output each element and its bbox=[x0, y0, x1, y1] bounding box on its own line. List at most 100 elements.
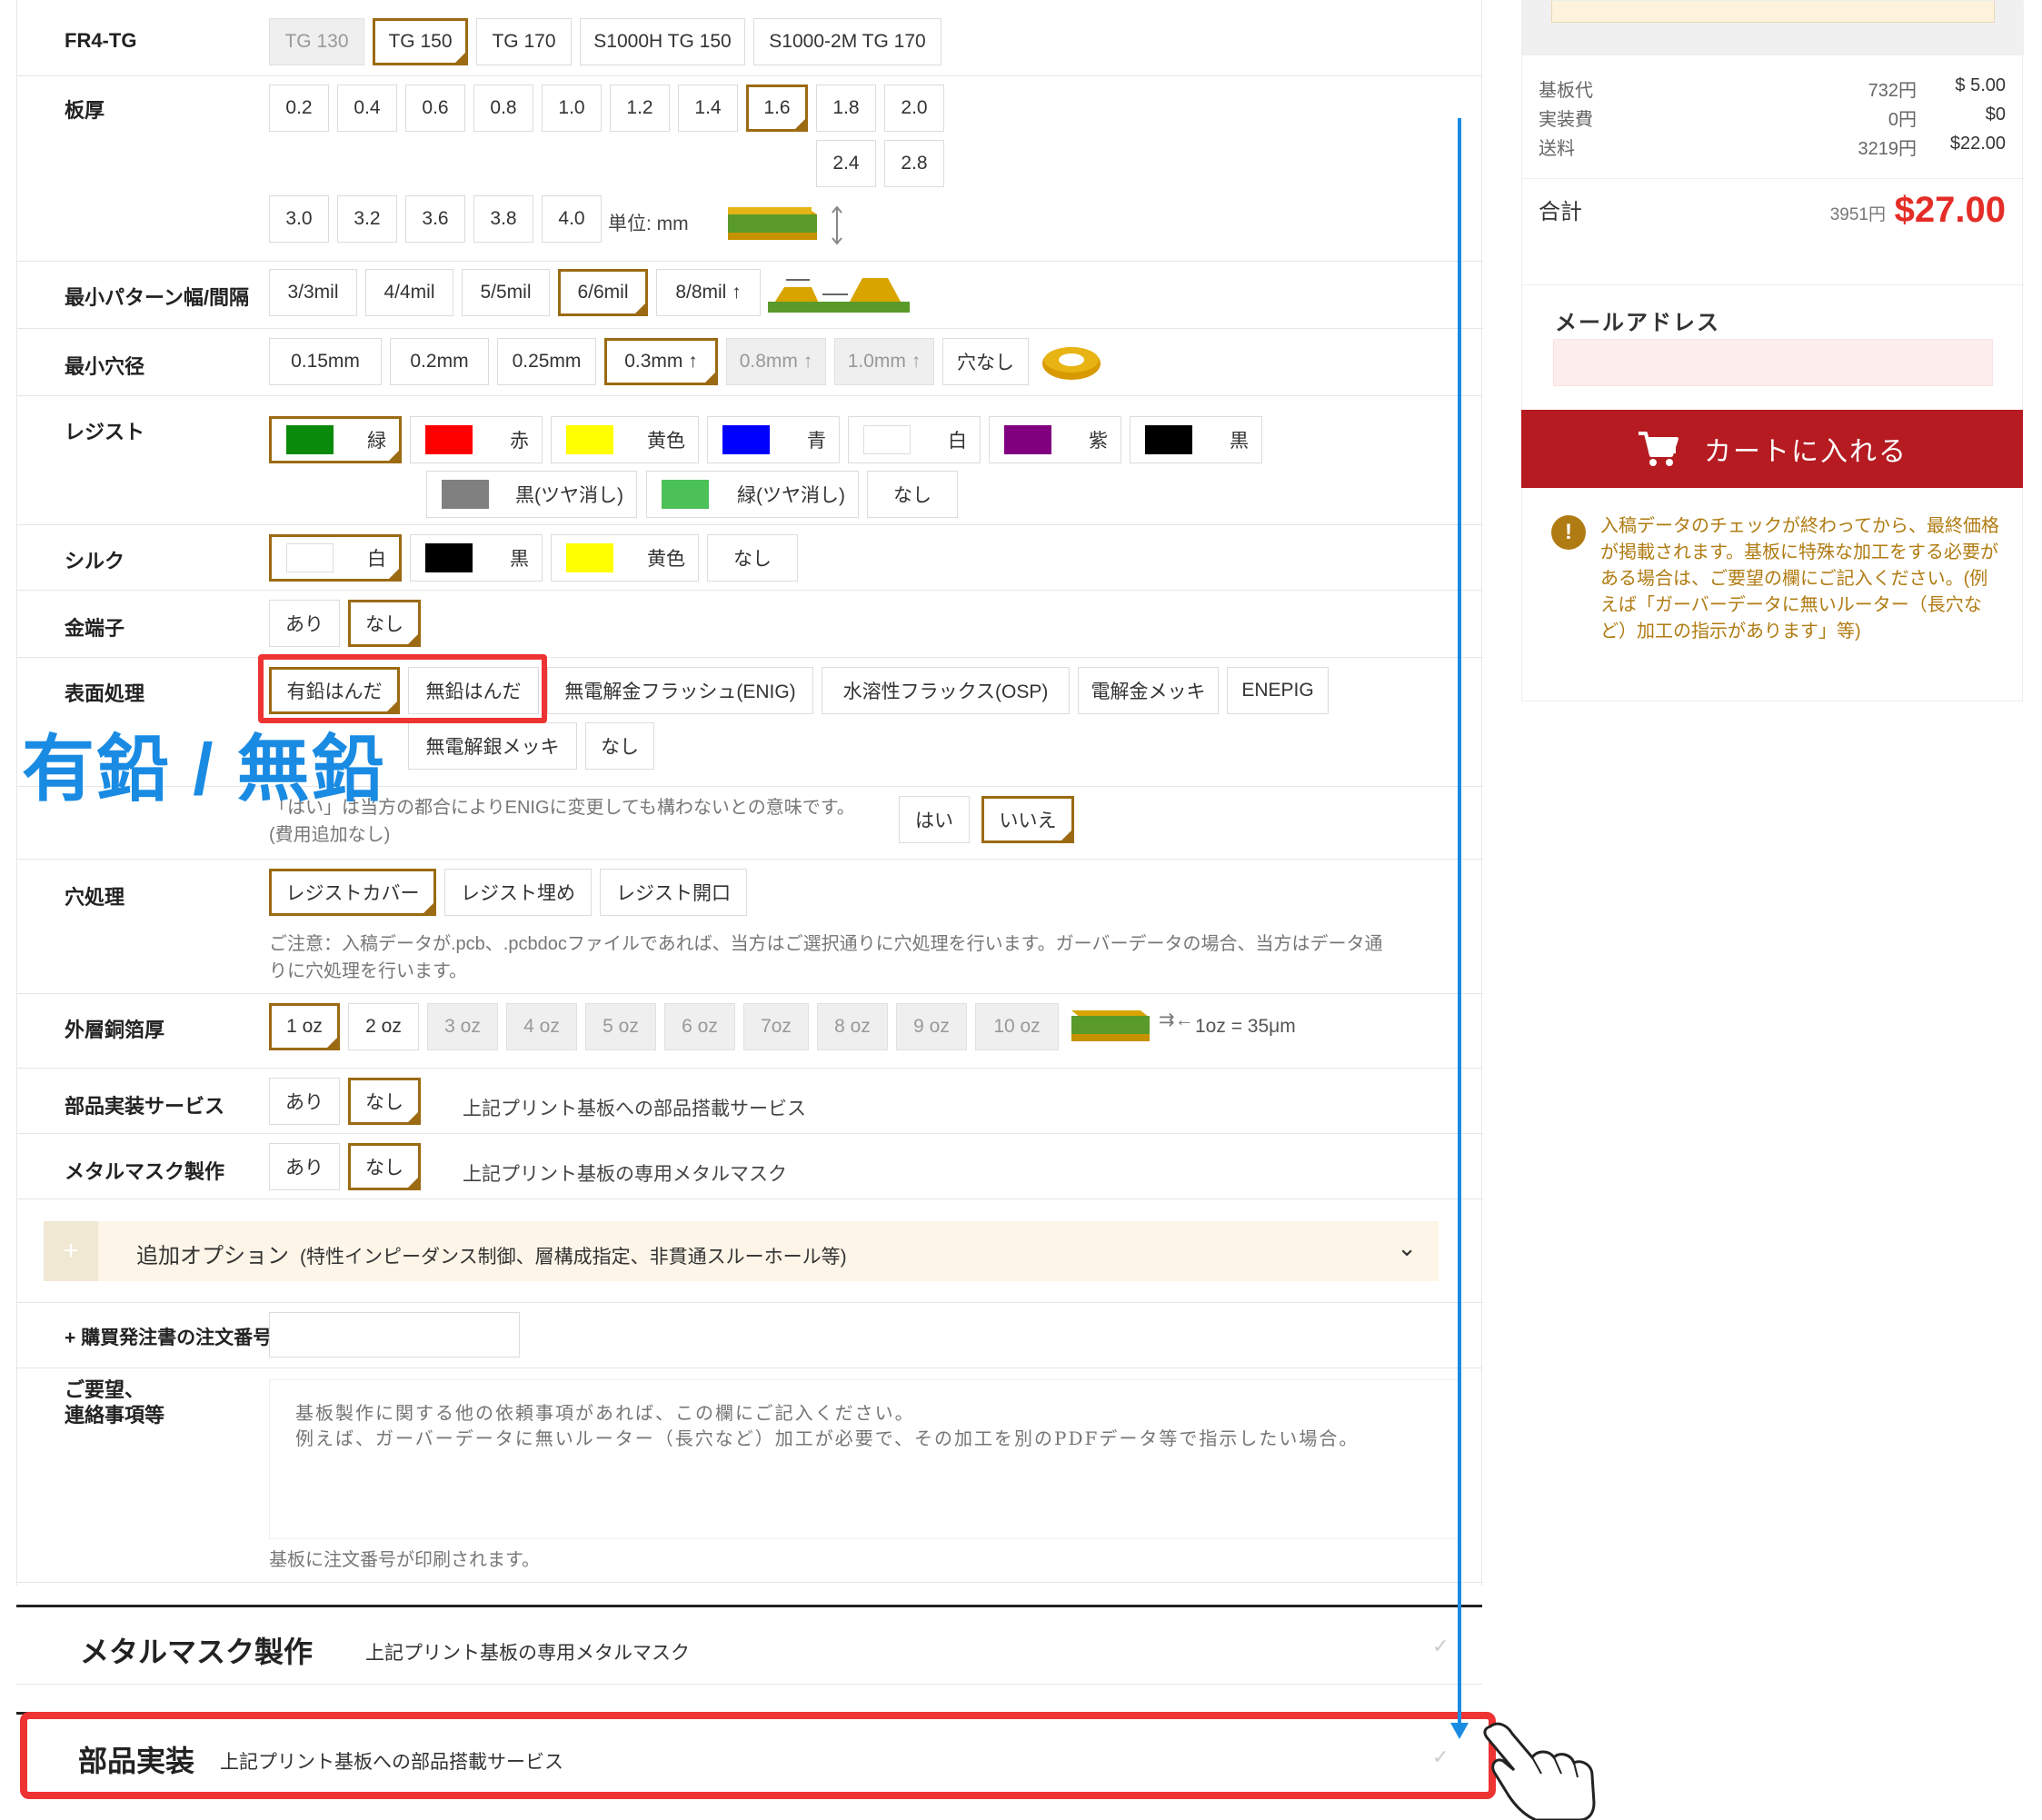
option-enig[interactable]: 無電解金フラッシュ(ENIG) bbox=[547, 667, 813, 714]
requests-textarea[interactable] bbox=[269, 1379, 1459, 1539]
option-hasl-leadfree[interactable]: 無鉛はんだ bbox=[408, 667, 539, 714]
option-thickness[interactable]: 3.2 bbox=[337, 195, 397, 243]
option-hole[interactable]: 穴なし bbox=[942, 338, 1029, 385]
option-stencil-yes[interactable]: あり bbox=[269, 1143, 340, 1190]
resist-blue[interactable]: 青 bbox=[707, 416, 840, 463]
row-label: シルク bbox=[65, 550, 125, 572]
option-thickness[interactable]: 3.6 bbox=[405, 195, 465, 243]
option-enepig[interactable]: ENEPIG bbox=[1227, 667, 1329, 714]
resist-black[interactable]: 黒 bbox=[1130, 416, 1262, 463]
accordion-title-text: 追加オプション bbox=[136, 1244, 289, 1268]
option-tg150[interactable]: TG 150 bbox=[373, 18, 468, 65]
option-immersion-silver[interactable]: 無電解銀メッキ bbox=[408, 722, 577, 770]
option-hole[interactable]: 0.8mm ↑ bbox=[726, 338, 826, 385]
option-thickness[interactable]: 0.2 bbox=[269, 85, 329, 132]
row-min-hole: 最小穴径 0.15mm 0.2mm 0.25mm 0.3mm ↑ 0.8mm ↑… bbox=[17, 329, 1483, 396]
option-copper[interactable]: 4 oz bbox=[506, 1003, 577, 1050]
option-assembly-no[interactable]: なし bbox=[348, 1078, 421, 1125]
option-thickness[interactable]: 1.4 bbox=[678, 85, 738, 132]
option-thickness[interactable]: 0.4 bbox=[337, 85, 397, 132]
option-hole[interactable]: 0.15mm bbox=[269, 338, 382, 385]
resist-none[interactable]: なし bbox=[867, 471, 958, 518]
option-copper[interactable]: 9 oz bbox=[896, 1003, 967, 1050]
extra-options-accordion[interactable]: + 追加オプション (特性インピーダンス制御、層構成指定、非貫通スルーホール等) … bbox=[44, 1221, 1439, 1281]
connector-line bbox=[1458, 118, 1461, 1735]
option-thickness[interactable]: 1.0 bbox=[542, 85, 602, 132]
option-hasl-leaded[interactable]: 有鉛はんだ bbox=[269, 667, 400, 714]
resist-matte-green[interactable]: 緑(ツヤ消し) bbox=[646, 471, 859, 518]
add-to-cart-button[interactable]: カートに入れる bbox=[1521, 410, 2023, 488]
option-via-open[interactable]: レジスト開口 bbox=[600, 869, 747, 916]
price-yen: 732円 bbox=[1868, 81, 1917, 101]
option-via-plugged[interactable]: レジスト埋め bbox=[444, 869, 592, 916]
option-thickness[interactable]: 4.0 bbox=[542, 195, 602, 243]
option-copper[interactable]: 2 oz bbox=[348, 1003, 419, 1050]
option-copper[interactable]: 8 oz bbox=[817, 1003, 888, 1050]
resist-white[interactable]: 白 bbox=[848, 416, 981, 463]
option-thickness[interactable]: 0.8 bbox=[473, 85, 533, 132]
option-label: 白 bbox=[948, 431, 967, 452]
option-stencil-no[interactable]: なし bbox=[348, 1143, 421, 1190]
option-tg130[interactable]: TG 130 bbox=[269, 18, 364, 65]
option-s1000-2m[interactable]: S1000-2M TG 170 bbox=[753, 18, 941, 65]
option-copper[interactable]: 5 oz bbox=[585, 1003, 656, 1050]
option-trace[interactable]: 4/4mil bbox=[365, 269, 453, 316]
assembly-panel[interactable]: 部品実装 上記プリント基板への部品搭載サービス ✓ bbox=[16, 1712, 1482, 1799]
option-copper[interactable]: 6 oz bbox=[664, 1003, 735, 1050]
option-hole[interactable]: 0.25mm bbox=[497, 338, 596, 385]
trace-width-icon bbox=[768, 278, 910, 313]
price-label: 実装費 bbox=[1539, 110, 1593, 130]
color-swatch bbox=[442, 480, 489, 509]
option-hole[interactable]: 1.0mm ↑ bbox=[834, 338, 934, 385]
option-thickness[interactable]: 2.8 bbox=[884, 140, 944, 187]
option-trace-selected[interactable]: 6/6mil bbox=[558, 269, 648, 316]
option-copper[interactable]: 7oz bbox=[743, 1003, 809, 1050]
option-hole[interactable]: 0.2mm bbox=[390, 338, 489, 385]
option-trace[interactable]: 3/3mil bbox=[269, 269, 357, 316]
option-enig-yes[interactable]: はい bbox=[899, 796, 970, 843]
option-surface-none[interactable]: なし bbox=[585, 722, 654, 770]
cart-button-label: カートに入れる bbox=[1704, 437, 1908, 467]
option-via-tented[interactable]: レジストカバー bbox=[269, 869, 436, 916]
drill-hole-icon bbox=[1042, 347, 1101, 380]
po-number-input[interactable] bbox=[269, 1312, 520, 1358]
option-thickness[interactable]: 2.4 bbox=[816, 140, 876, 187]
option-copper-selected[interactable]: 1 oz bbox=[269, 1003, 340, 1050]
option-gold-yes[interactable]: あり bbox=[269, 600, 340, 647]
option-hole-selected[interactable]: 0.3mm ↑ bbox=[604, 338, 718, 385]
option-thickness[interactable]: 1.2 bbox=[610, 85, 670, 132]
email-input[interactable] bbox=[1553, 339, 1993, 386]
option-hard-gold[interactable]: 電解金メッキ bbox=[1078, 667, 1219, 714]
board-thickness-icon bbox=[728, 205, 842, 245]
option-assembly-yes[interactable]: あり bbox=[269, 1078, 340, 1125]
silk-black[interactable]: 黒 bbox=[410, 534, 543, 582]
option-label: 黒(ツヤ消し) bbox=[515, 485, 623, 506]
divider bbox=[1522, 284, 2024, 285]
option-thickness[interactable]: 0.6 bbox=[405, 85, 465, 132]
resist-matte-black[interactable]: 黒(ツヤ消し) bbox=[426, 471, 637, 518]
option-thickness-selected[interactable]: 1.6 bbox=[746, 85, 808, 132]
option-thickness[interactable]: 3.8 bbox=[473, 195, 533, 243]
option-s1000h[interactable]: S1000H TG 150 bbox=[580, 18, 745, 65]
option-thickness[interactable]: 3.0 bbox=[269, 195, 329, 243]
option-enig-no[interactable]: いいえ bbox=[981, 796, 1074, 843]
color-swatch bbox=[722, 425, 770, 454]
resist-purple[interactable]: 紫 bbox=[989, 416, 1121, 463]
option-gold-no[interactable]: なし bbox=[348, 600, 421, 647]
option-thickness[interactable]: 1.8 bbox=[816, 85, 876, 132]
option-trace[interactable]: 5/5mil bbox=[462, 269, 550, 316]
stencil-panel[interactable]: メタルマスク製作 上記プリント基板の専用メタルマスク ✓ bbox=[16, 1605, 1482, 1685]
resist-yellow[interactable]: 黄色 bbox=[551, 416, 699, 463]
resist-red[interactable]: 赤 bbox=[410, 416, 543, 463]
option-tg170[interactable]: TG 170 bbox=[476, 18, 572, 65]
option-copper[interactable]: 3 oz bbox=[427, 1003, 498, 1050]
silk-none[interactable]: なし bbox=[707, 534, 798, 582]
silk-white[interactable]: 白 bbox=[269, 534, 402, 582]
option-copper[interactable]: 10 oz bbox=[975, 1003, 1059, 1050]
option-osp[interactable]: 水溶性フラックス(OSP) bbox=[822, 667, 1070, 714]
price-label: 送料 bbox=[1539, 139, 1575, 159]
resist-green[interactable]: 緑 bbox=[269, 416, 402, 463]
option-trace[interactable]: 8/8mil ↑ bbox=[656, 269, 761, 316]
silk-yellow[interactable]: 黄色 bbox=[551, 534, 699, 582]
option-thickness[interactable]: 2.0 bbox=[884, 85, 944, 132]
